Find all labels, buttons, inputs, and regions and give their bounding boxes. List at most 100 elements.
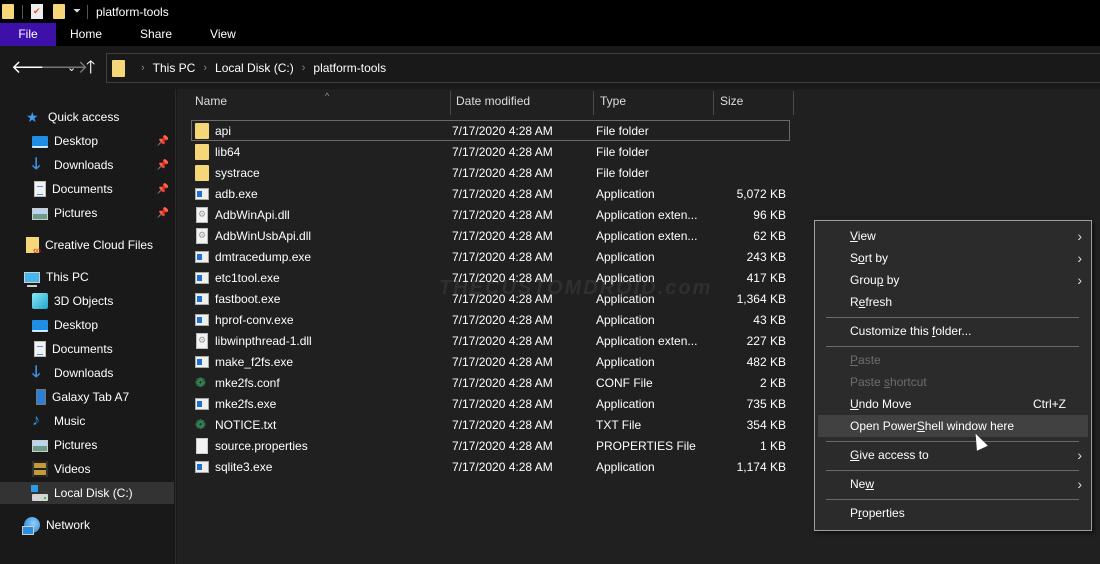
file-row[interactable]: libwinpthread-1.dll 7/17/2020 4:28 AM Appl… <box>191 330 790 351</box>
menu-separator <box>826 441 1079 442</box>
sidebar-item-desktop-pc[interactable]: Desktop <box>0 314 174 336</box>
folder-icon <box>195 122 209 139</box>
file-size: 96 KB <box>753 207 786 222</box>
sidebar-item-creative-cloud-files[interactable]: Creative Cloud Files <box>0 234 174 257</box>
pin-icon[interactable]: 📌 <box>157 136 169 147</box>
recent-locations-chevron-icon[interactable]: ⌄ <box>67 57 76 79</box>
menu-item-label-post: by <box>883 273 900 287</box>
menu-item-refresh[interactable]: Refresh <box>818 291 1088 313</box>
file-row[interactable]: mke2fs.exe 7/17/2020 4:28 AM Application 73… <box>191 393 790 414</box>
menu-item-label-post: hortcut <box>890 375 927 389</box>
file-row[interactable]: ❁ NOTICE.txt 7/17/2020 4:28 AM TXT File 354 … <box>191 414 790 435</box>
file-row[interactable]: systrace 7/17/2020 4:28 AM File folder <box>191 162 790 183</box>
file-size: 243 KB <box>746 249 786 264</box>
sidebar-item-this-pc[interactable]: This PC <box>0 266 174 288</box>
up-arrow-icon[interactable]: 🡑 <box>86 56 95 78</box>
documents-icon <box>34 341 46 357</box>
videos-icon <box>32 461 48 477</box>
breadcrumb-local-disk[interactable]: Local Disk (C:) <box>215 61 294 75</box>
downloads-icon: 🡓 <box>32 156 41 173</box>
file-row[interactable]: make_f2fs.exe 7/17/2020 4:28 AM Applicatio… <box>191 351 790 372</box>
application-icon <box>195 187 209 200</box>
menu-item-undo-move[interactable]: Undo Move Ctrl+Z <box>818 393 1088 415</box>
menu-separator <box>826 470 1079 471</box>
file-row[interactable]: hprof-conv.exe 7/17/2020 4:28 AM Applicati… <box>191 309 790 330</box>
menu-item-sort-by[interactable]: Sort by › <box>818 247 1088 269</box>
file-row[interactable]: etc1tool.exe 7/17/2020 4:28 AM Application… <box>191 267 790 288</box>
column-divider[interactable] <box>793 91 794 115</box>
menu-item-give-access-to[interactable]: Give access to › <box>818 444 1088 466</box>
sidebar-item-3d-objects[interactable]: 3D Objects <box>0 290 174 312</box>
tab-view[interactable]: View <box>191 23 255 46</box>
tab-home[interactable]: Home <box>56 23 121 46</box>
menu-item-label-pre: Ne <box>850 477 866 491</box>
pin-icon[interactable]: 📌 <box>157 160 169 171</box>
file-row[interactable]: api 7/17/2020 4:28 AM File folder <box>191 120 790 141</box>
file-row[interactable]: dmtracedump.exe 7/17/2020 4:28 AM Applicat… <box>191 246 790 267</box>
sidebar-item-documents-pc[interactable]: Documents <box>0 338 174 360</box>
file-name: NOTICE.txt <box>215 417 277 432</box>
pin-icon[interactable]: 📌 <box>157 184 169 195</box>
properties-icon[interactable] <box>31 4 43 19</box>
column-header-type[interactable]: Type <box>593 89 713 115</box>
sidebar-item-quick-access[interactable]: ★ Quick access <box>0 106 174 128</box>
sidebar-item-videos[interactable]: Videos <box>0 458 174 480</box>
breadcrumb-this-pc[interactable]: This PC <box>153 61 196 75</box>
file-row[interactable]: AdbWinUsbApi.dll 7/17/2020 4:28 AM Applica… <box>191 225 790 246</box>
address-bar[interactable]: › This PC › Local Disk (C:) › platform-t… <box>106 53 1100 83</box>
file-row[interactable]: ❁ mke2fs.conf 7/17/2020 4:28 AM CONF File 2 … <box>191 372 790 393</box>
sidebar-item-label: Quick access <box>48 110 120 124</box>
file-date: 7/17/2020 4:28 AM <box>452 312 553 327</box>
menu-item-label-post: older... <box>935 324 972 338</box>
sidebar-item-pictures[interactable]: Pictures 📌 <box>0 202 174 224</box>
chevron-right-icon[interactable]: › <box>302 62 306 74</box>
blank-file-icon <box>196 437 208 454</box>
menu-item-open-powershell-window-here[interactable]: Open PowerShell window here <box>818 415 1088 437</box>
file-type: File folder <box>596 144 649 159</box>
menu-item-new[interactable]: New › <box>818 473 1088 495</box>
file-row[interactable]: adb.exe 7/17/2020 4:28 AM Application 5,072… <box>191 183 790 204</box>
file-row[interactable]: source.properties 7/17/2020 4:28 AM PROPER… <box>191 435 790 456</box>
sidebar-item-music[interactable]: ♪ Music <box>0 410 174 432</box>
file-row[interactable]: fastboot.exe 7/17/2020 4:28 AM Application… <box>191 288 790 309</box>
file-size: 735 KB <box>746 396 786 411</box>
customize-quick-access-icon[interactable]: ⏷ <box>73 6 81 17</box>
file-date: 7/17/2020 4:28 AM <box>452 417 553 432</box>
menu-item-customize-this-folder[interactable]: Customize this folder... <box>818 320 1088 342</box>
file-type: Application exten... <box>596 228 698 243</box>
sidebar-item-galaxy-tab[interactable]: Galaxy Tab A7 <box>0 386 174 408</box>
file-name: AdbWinApi.dll <box>215 207 290 222</box>
desktop-icon <box>32 320 48 332</box>
forward-arrow-icon[interactable]: 🡒 <box>40 56 88 78</box>
chevron-right-icon[interactable]: › <box>203 62 207 74</box>
new-folder-icon[interactable] <box>53 4 65 19</box>
breadcrumb-platform-tools[interactable]: platform-tools <box>313 61 386 75</box>
file-row[interactable]: AdbWinApi.dll 7/17/2020 4:28 AM Applicatio… <box>191 204 790 225</box>
sidebar-item-downloads-pc[interactable]: 🡓 Downloads <box>0 362 174 384</box>
sidebar-item-desktop[interactable]: Desktop 📌 <box>0 130 174 152</box>
file-row[interactable]: lib64 7/17/2020 4:28 AM File folder <box>191 141 790 162</box>
column-header-name[interactable]: Name ^ <box>188 89 450 115</box>
menu-item-label-pre: Paste <box>850 375 885 389</box>
sidebar-item-label: This PC <box>46 270 89 284</box>
sidebar-item-documents[interactable]: Documents 📌 <box>0 178 174 200</box>
pin-icon[interactable]: 📌 <box>157 208 169 219</box>
sidebar-item-pictures-pc[interactable]: Pictures <box>0 434 174 456</box>
sidebar-item-downloads[interactable]: 🡓 Downloads 📌 <box>0 154 174 176</box>
menu-item-view[interactable]: View › <box>818 225 1088 247</box>
file-row[interactable]: sqlite3.exe 7/17/2020 4:28 AM Application 1… <box>191 456 790 477</box>
menu-item-accelerator: o <box>858 251 865 265</box>
sidebar-item-label: Documents <box>52 182 113 196</box>
menu-item-group-by[interactable]: Group by › <box>818 269 1088 291</box>
sidebar-item-network[interactable]: Network <box>0 514 174 536</box>
file-type: Application <box>596 459 655 474</box>
tab-share[interactable]: Share <box>121 23 191 46</box>
column-header-size[interactable]: Size <box>713 89 793 115</box>
menu-item-properties[interactable]: Properties <box>818 502 1088 524</box>
divider <box>87 4 88 19</box>
sidebar-item-local-disk[interactable]: Local Disk (C:) <box>0 482 174 504</box>
column-header-date-modified[interactable]: Date modified <box>449 89 593 115</box>
tab-file[interactable]: File <box>0 23 56 46</box>
chevron-right-icon[interactable]: › <box>141 62 145 74</box>
file-date: 7/17/2020 4:28 AM <box>452 333 553 348</box>
